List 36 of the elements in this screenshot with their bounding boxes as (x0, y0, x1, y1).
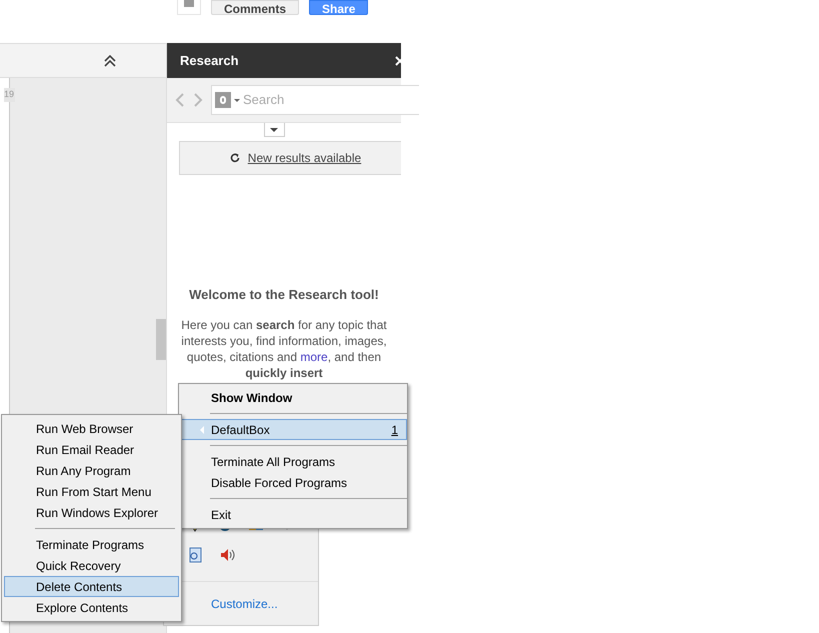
menu-item[interactable]: DefaultBox 1 (179, 419, 407, 440)
collapse-icon[interactable] (104, 54, 116, 66)
welcome-heading: Welcome to the Research tool! (188, 286, 380, 304)
menu-item[interactable]: Run Any Program (4, 460, 179, 481)
panel-title: Research (180, 52, 239, 70)
menu-item[interactable]: Run Windows Explorer (4, 502, 179, 523)
search-input[interactable]: Search (243, 90, 419, 110)
speaker-icon[interactable] (220, 548, 236, 562)
notice-bar[interactable]: New results available (179, 141, 401, 175)
menu-item[interactable]: Exit (179, 504, 407, 525)
scrollbar-thumb[interactable] (156, 319, 166, 360)
search-field[interactable]: Search (211, 85, 419, 115)
expand-button[interactable] (264, 123, 284, 137)
menu-item[interactable]: Delete Contents (4, 576, 179, 597)
comments-button[interactable]: Comments (211, 0, 300, 15)
shortcut-key: 1 (391, 420, 398, 438)
menu-item[interactable]: Run Web Browser (4, 418, 179, 439)
menu-item[interactable]: Run Email Reader (4, 439, 179, 460)
line-number: 19 (4, 88, 16, 102)
menu-item[interactable]: Show Window (179, 387, 407, 408)
more-link[interactable]: more (300, 350, 328, 364)
menu-item[interactable]: Quick Recovery (4, 555, 179, 576)
menu-item[interactable]: Terminate All Programs (179, 451, 407, 472)
comment-icon[interactable] (177, 0, 201, 15)
new-results-link[interactable]: New results available (248, 149, 362, 167)
close-icon[interactable] (395, 56, 401, 66)
welcome-text: Here you can search for any topic that interests you, find information, images, quotes, citations and more, and then quickly insert (180, 316, 388, 380)
dropdown-caret-icon[interactable] (234, 98, 240, 102)
document-search-icon[interactable] (188, 547, 202, 563)
customize-link[interactable]: Customize... (211, 594, 278, 612)
menu-item[interactable]: Terminate Programs (4, 534, 179, 555)
refresh-icon (230, 153, 240, 163)
submenu-arrow-icon (200, 426, 204, 434)
menu-item[interactable]: Explore Contents (4, 597, 179, 618)
menu-item[interactable]: Run From Start Menu (4, 481, 179, 502)
menu-item[interactable]: Disable Forced Programs (179, 472, 407, 493)
